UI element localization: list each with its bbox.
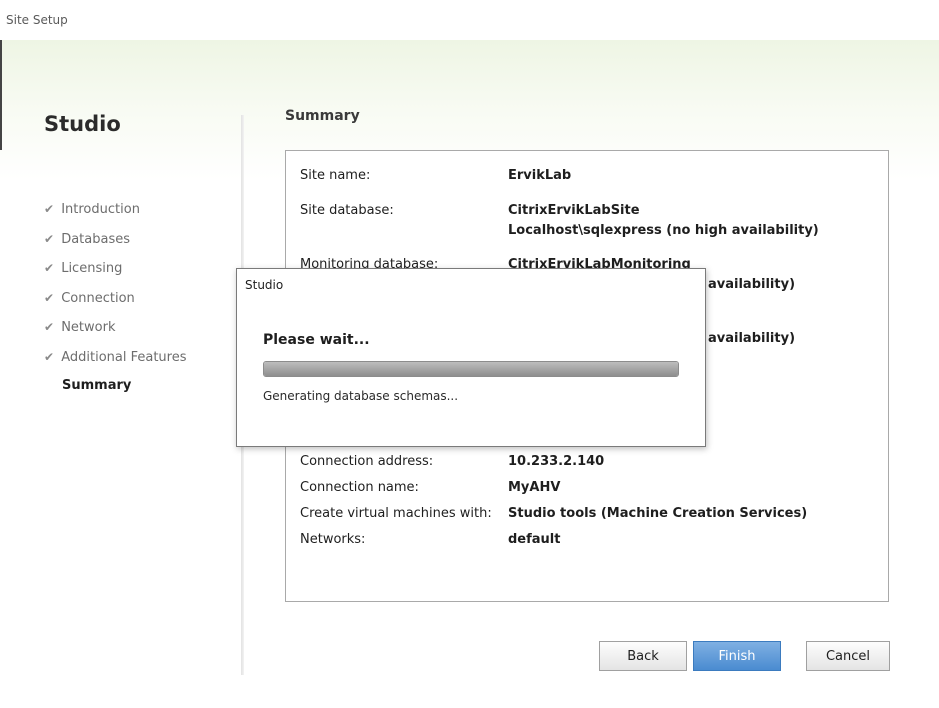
progress-bar-fill (264, 362, 678, 376)
summary-value-line: default (508, 532, 561, 547)
checkmark-icon: ✔ (44, 261, 55, 275)
checkmark-icon: ✔ (44, 320, 55, 334)
wizard-steps: ✔ Introduction ✔ Databases ✔ Licensing ✔… (44, 200, 187, 407)
step-label: Summary (62, 378, 132, 393)
step-introduction: ✔ Introduction (44, 200, 187, 230)
finish-button[interactable]: Finish (693, 641, 781, 671)
checkmark-icon: ✔ (44, 202, 55, 216)
summary-value-line: 10.233.2.140 (508, 454, 605, 469)
step-summary: Summary (44, 377, 187, 407)
summary-value: CitrixErvikLabSite Localhost\sqlexpress … (508, 201, 819, 241)
step-additional-features: ✔ Additional Features (44, 348, 187, 378)
summary-value: 10.233.2.140 (508, 452, 604, 472)
checkmark-icon: ✔ (44, 231, 55, 246)
summary-value: availability) (708, 329, 795, 349)
summary-value-line: MyAHV (508, 480, 561, 495)
step-label: Network (61, 320, 116, 335)
dialog-title: Studio (245, 278, 284, 292)
summary-value-line: availability) (708, 331, 796, 346)
summary-label: Site name: (300, 168, 371, 183)
summary-label: Site database: (300, 203, 394, 218)
dialog-status-text: Generating database schemas... (263, 389, 459, 403)
summary-label: Connection name: (300, 480, 419, 495)
summary-value-line: Localhost\sqlexpress (no high availabili… (508, 223, 819, 238)
cancel-button[interactable]: Cancel (806, 641, 890, 671)
step-label: Databases (61, 231, 131, 247)
summary-value: MyAHV (508, 478, 560, 498)
checkmark-icon: ✔ (44, 349, 55, 364)
summary-label: Create virtual machines with: (300, 506, 492, 521)
dialog-heading: Please wait... (263, 332, 370, 348)
step-label: Licensing (61, 261, 123, 276)
summary-value-line: ErvikLab (508, 168, 572, 183)
studio-heading: Studio (44, 112, 121, 136)
step-databases: ✔ Databases (44, 230, 187, 260)
summary-value-line: Studio tools (Machine Creation Services) (508, 506, 808, 521)
summary-value: default (508, 530, 560, 550)
step-network: ✔ Network (44, 318, 187, 348)
back-button[interactable]: Back (599, 641, 687, 671)
summary-value-line: CitrixErvikLabSite (508, 203, 640, 218)
checkmark-icon: ✔ (44, 290, 55, 305)
step-label: Additional Features (61, 349, 187, 365)
progress-bar (263, 361, 679, 377)
left-edge-accent (0, 40, 2, 150)
summary-value: Studio tools (Machine Creation Services) (508, 504, 807, 524)
step-licensing: ✔ Licensing (44, 259, 187, 289)
site-setup-window: Site Setup Studio ✔ Introduction ✔ Datab… (0, 0, 939, 708)
step-label: Introduction (61, 202, 140, 217)
summary-heading: Summary (285, 108, 360, 124)
window-title: Site Setup (6, 13, 68, 27)
summary-value: ErvikLab (508, 166, 571, 186)
summary-label: Connection address: (300, 454, 434, 469)
progress-dialog: Studio Please wait... Generating databas… (236, 268, 706, 447)
step-connection: ✔ Connection (44, 289, 187, 319)
summary-label: Networks: (300, 532, 366, 547)
title-bar: Site Setup (0, 0, 939, 40)
step-label: Connection (61, 290, 135, 306)
